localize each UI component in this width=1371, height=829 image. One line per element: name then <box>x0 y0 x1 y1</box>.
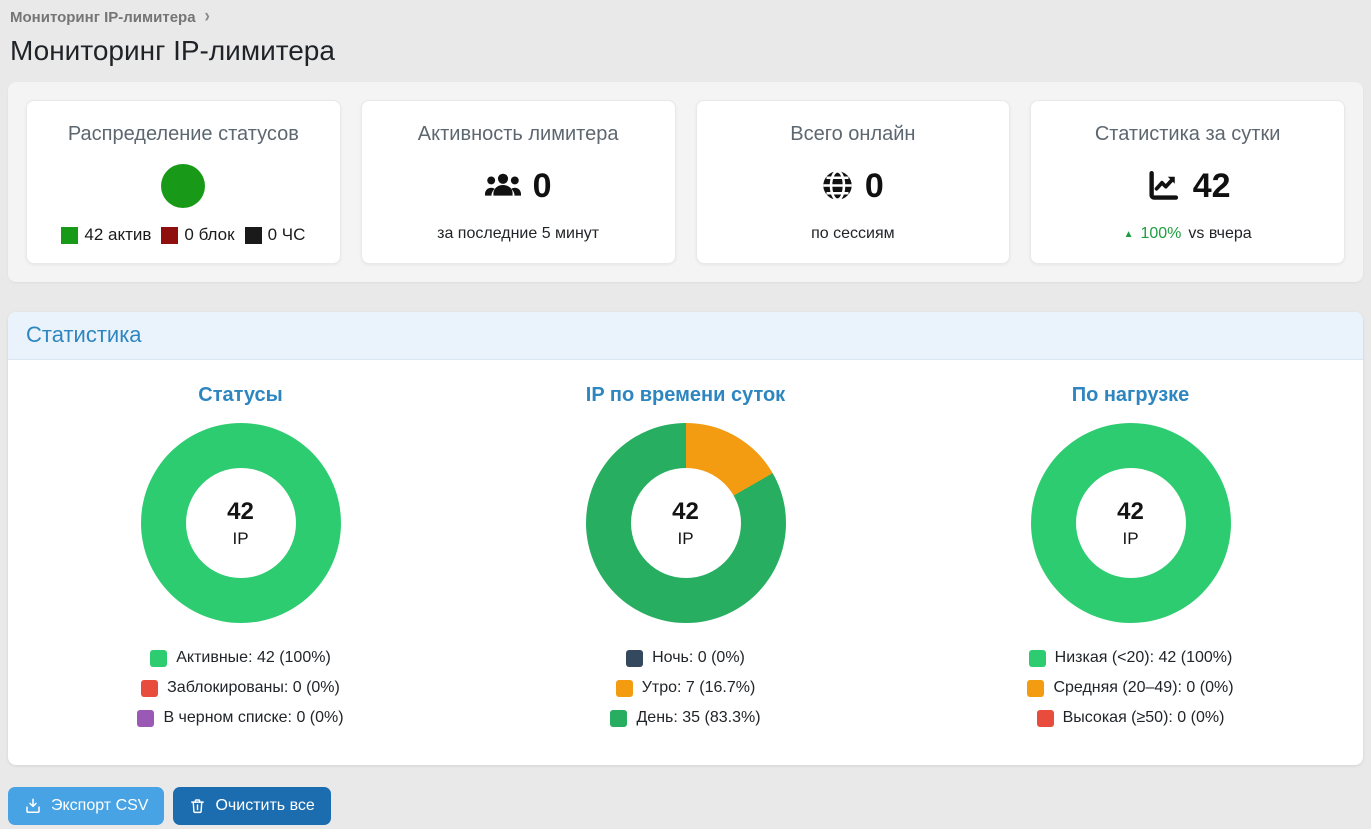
trash-icon <box>189 797 206 815</box>
card-daily-stats: Статистика за сутки 42 ▲ 100% vs вчера <box>1030 100 1345 264</box>
legend-label: Утро: 7 (16.7%) <box>642 679 756 697</box>
legend-label: Высокая (≥50): 0 (0%) <box>1063 709 1225 727</box>
button-label: Экспорт CSV <box>51 797 148 815</box>
card-title: Всего онлайн <box>790 123 915 146</box>
daily-value: 42 <box>1193 169 1231 203</box>
legend-swatch <box>616 680 633 697</box>
legend-item[interactable]: Высокая (≥50): 0 (0%) <box>1037 709 1225 727</box>
card-title: Статистика за сутки <box>1095 123 1281 146</box>
legend-item[interactable]: Низкая (<20): 42 (100%) <box>1029 649 1233 667</box>
legend-label: День: 35 (83.3%) <box>636 709 760 727</box>
chart-legend: Низкая (<20): 42 (100%) Средняя (20–49):… <box>1027 649 1233 727</box>
legend-label: Низкая (<20): 42 (100%) <box>1055 649 1233 667</box>
legend-swatch <box>137 710 154 727</box>
legend-label: Заблокированы: 0 (0%) <box>167 679 340 697</box>
chart-title: Статусы <box>198 384 282 407</box>
legend-label-active: 42 актив <box>84 225 151 245</box>
globe-icon <box>822 170 853 201</box>
donut-chart-statuses[interactable]: 42 IP <box>141 423 341 623</box>
clear-all-button[interactable]: Очистить все <box>173 787 330 825</box>
export-csv-button[interactable]: Экспорт CSV <box>8 787 164 825</box>
legend-item[interactable]: Активные: 42 (100%) <box>150 649 331 667</box>
legend-swatch <box>610 710 627 727</box>
donut-center-unit: IP <box>232 529 248 549</box>
donut-center-value: 42 <box>1117 498 1144 526</box>
legend-swatch-active <box>61 227 78 244</box>
card-title: Распределение статусов <box>68 123 299 146</box>
chart-by-load: По нагрузке 42 IP Низкая (<20): 42 (100%… <box>908 374 1353 727</box>
stats-panel: Статистика Статусы 42 IP Активные: 42 (1… <box>8 312 1363 765</box>
card-limiter-activity: Активность лимитера 0 за последние 5 мин… <box>361 100 676 264</box>
donut-center: 42 IP <box>1076 468 1186 578</box>
summary-cards-container: Распределение статусов 42 актив 0 блок 0… <box>8 82 1363 282</box>
legend-label: Активные: 42 (100%) <box>176 649 331 667</box>
chart-legend: Активные: 42 (100%) Заблокированы: 0 (0%… <box>137 649 343 727</box>
status-pie-chart <box>161 164 205 208</box>
online-subtitle: по сессиям <box>811 225 895 243</box>
action-bar: Экспорт CSV Очистить все <box>8 787 1363 825</box>
chart-ip-by-daytime: IP по времени суток 42 IP Ночь: 0 (0%) У… <box>463 374 908 727</box>
chart-line-icon <box>1145 170 1181 201</box>
legend-item[interactable]: В черном списке: 0 (0%) <box>137 709 343 727</box>
stats-panel-header: Статистика <box>8 312 1363 360</box>
card-total-online: Всего онлайн 0 по сессиям <box>696 100 1011 264</box>
legend-swatch <box>1037 710 1054 727</box>
trend-up-icon: ▲ <box>1124 229 1134 240</box>
online-value: 0 <box>865 169 884 203</box>
legend-swatch-blacklist <box>245 227 262 244</box>
page-title: Мониторинг IP-лимитера <box>10 35 1361 67</box>
card-title: Активность лимитера <box>418 123 619 146</box>
daily-trend: ▲ 100% vs вчера <box>1124 225 1252 243</box>
activity-subtitle: за последние 5 минут <box>437 225 599 243</box>
donut-center: 42 IP <box>631 468 741 578</box>
donut-chart-ip-by-daytime[interactable]: 42 IP <box>586 423 786 623</box>
legend-label: Ночь: 0 (0%) <box>652 649 745 667</box>
legend-label-blacklist: 0 ЧС <box>268 225 306 245</box>
legend-swatch <box>1029 650 1046 667</box>
trend-percent: 100% <box>1140 225 1181 243</box>
donut-chart-by-load[interactable]: 42 IP <box>1031 423 1231 623</box>
legend-swatch <box>141 680 158 697</box>
legend-swatch <box>626 650 643 667</box>
breadcrumb: Мониторинг IP-лимитера › <box>10 8 1361 26</box>
legend-label: Средняя (20–49): 0 (0%) <box>1053 679 1233 697</box>
legend-swatch-blocked <box>161 227 178 244</box>
chart-title: По нагрузке <box>1072 384 1190 407</box>
donut-center-value: 42 <box>227 498 254 526</box>
legend-item[interactable]: Заблокированы: 0 (0%) <box>141 679 340 697</box>
chart-legend: Ночь: 0 (0%) Утро: 7 (16.7%) День: 35 (8… <box>610 649 760 727</box>
legend-label-blocked: 0 блок <box>184 225 234 245</box>
chart-title: IP по времени суток <box>586 384 785 407</box>
users-icon <box>485 172 521 199</box>
legend-item[interactable]: Ночь: 0 (0%) <box>626 649 745 667</box>
donut-center-unit: IP <box>1122 529 1138 549</box>
legend-item[interactable]: День: 35 (83.3%) <box>610 709 760 727</box>
trend-label: vs вчера <box>1188 225 1251 243</box>
chart-statuses: Статусы 42 IP Активные: 42 (100%) Заблок… <box>18 374 463 727</box>
legend-item[interactable]: Утро: 7 (16.7%) <box>616 679 756 697</box>
legend-item[interactable]: Средняя (20–49): 0 (0%) <box>1027 679 1233 697</box>
status-mini-legend: 42 актив 0 блок 0 ЧС <box>61 225 305 245</box>
donut-center: 42 IP <box>186 468 296 578</box>
donut-center-unit: IP <box>677 529 693 549</box>
donut-center-value: 42 <box>672 498 699 526</box>
activity-value: 0 <box>533 169 552 203</box>
chevron-right-icon: › <box>205 6 210 28</box>
breadcrumb-link[interactable]: Мониторинг IP-лимитера <box>10 9 196 26</box>
page-header: Мониторинг IP-лимитера › Мониторинг IP-л… <box>0 0 1371 67</box>
button-label: Очистить все <box>215 797 314 815</box>
download-icon <box>24 797 42 815</box>
legend-swatch <box>150 650 167 667</box>
stats-panel-body: Статусы 42 IP Активные: 42 (100%) Заблок… <box>8 360 1363 765</box>
card-status-distribution: Распределение статусов 42 актив 0 блок 0… <box>26 100 341 264</box>
legend-label: В черном списке: 0 (0%) <box>163 709 343 727</box>
legend-swatch <box>1027 680 1044 697</box>
